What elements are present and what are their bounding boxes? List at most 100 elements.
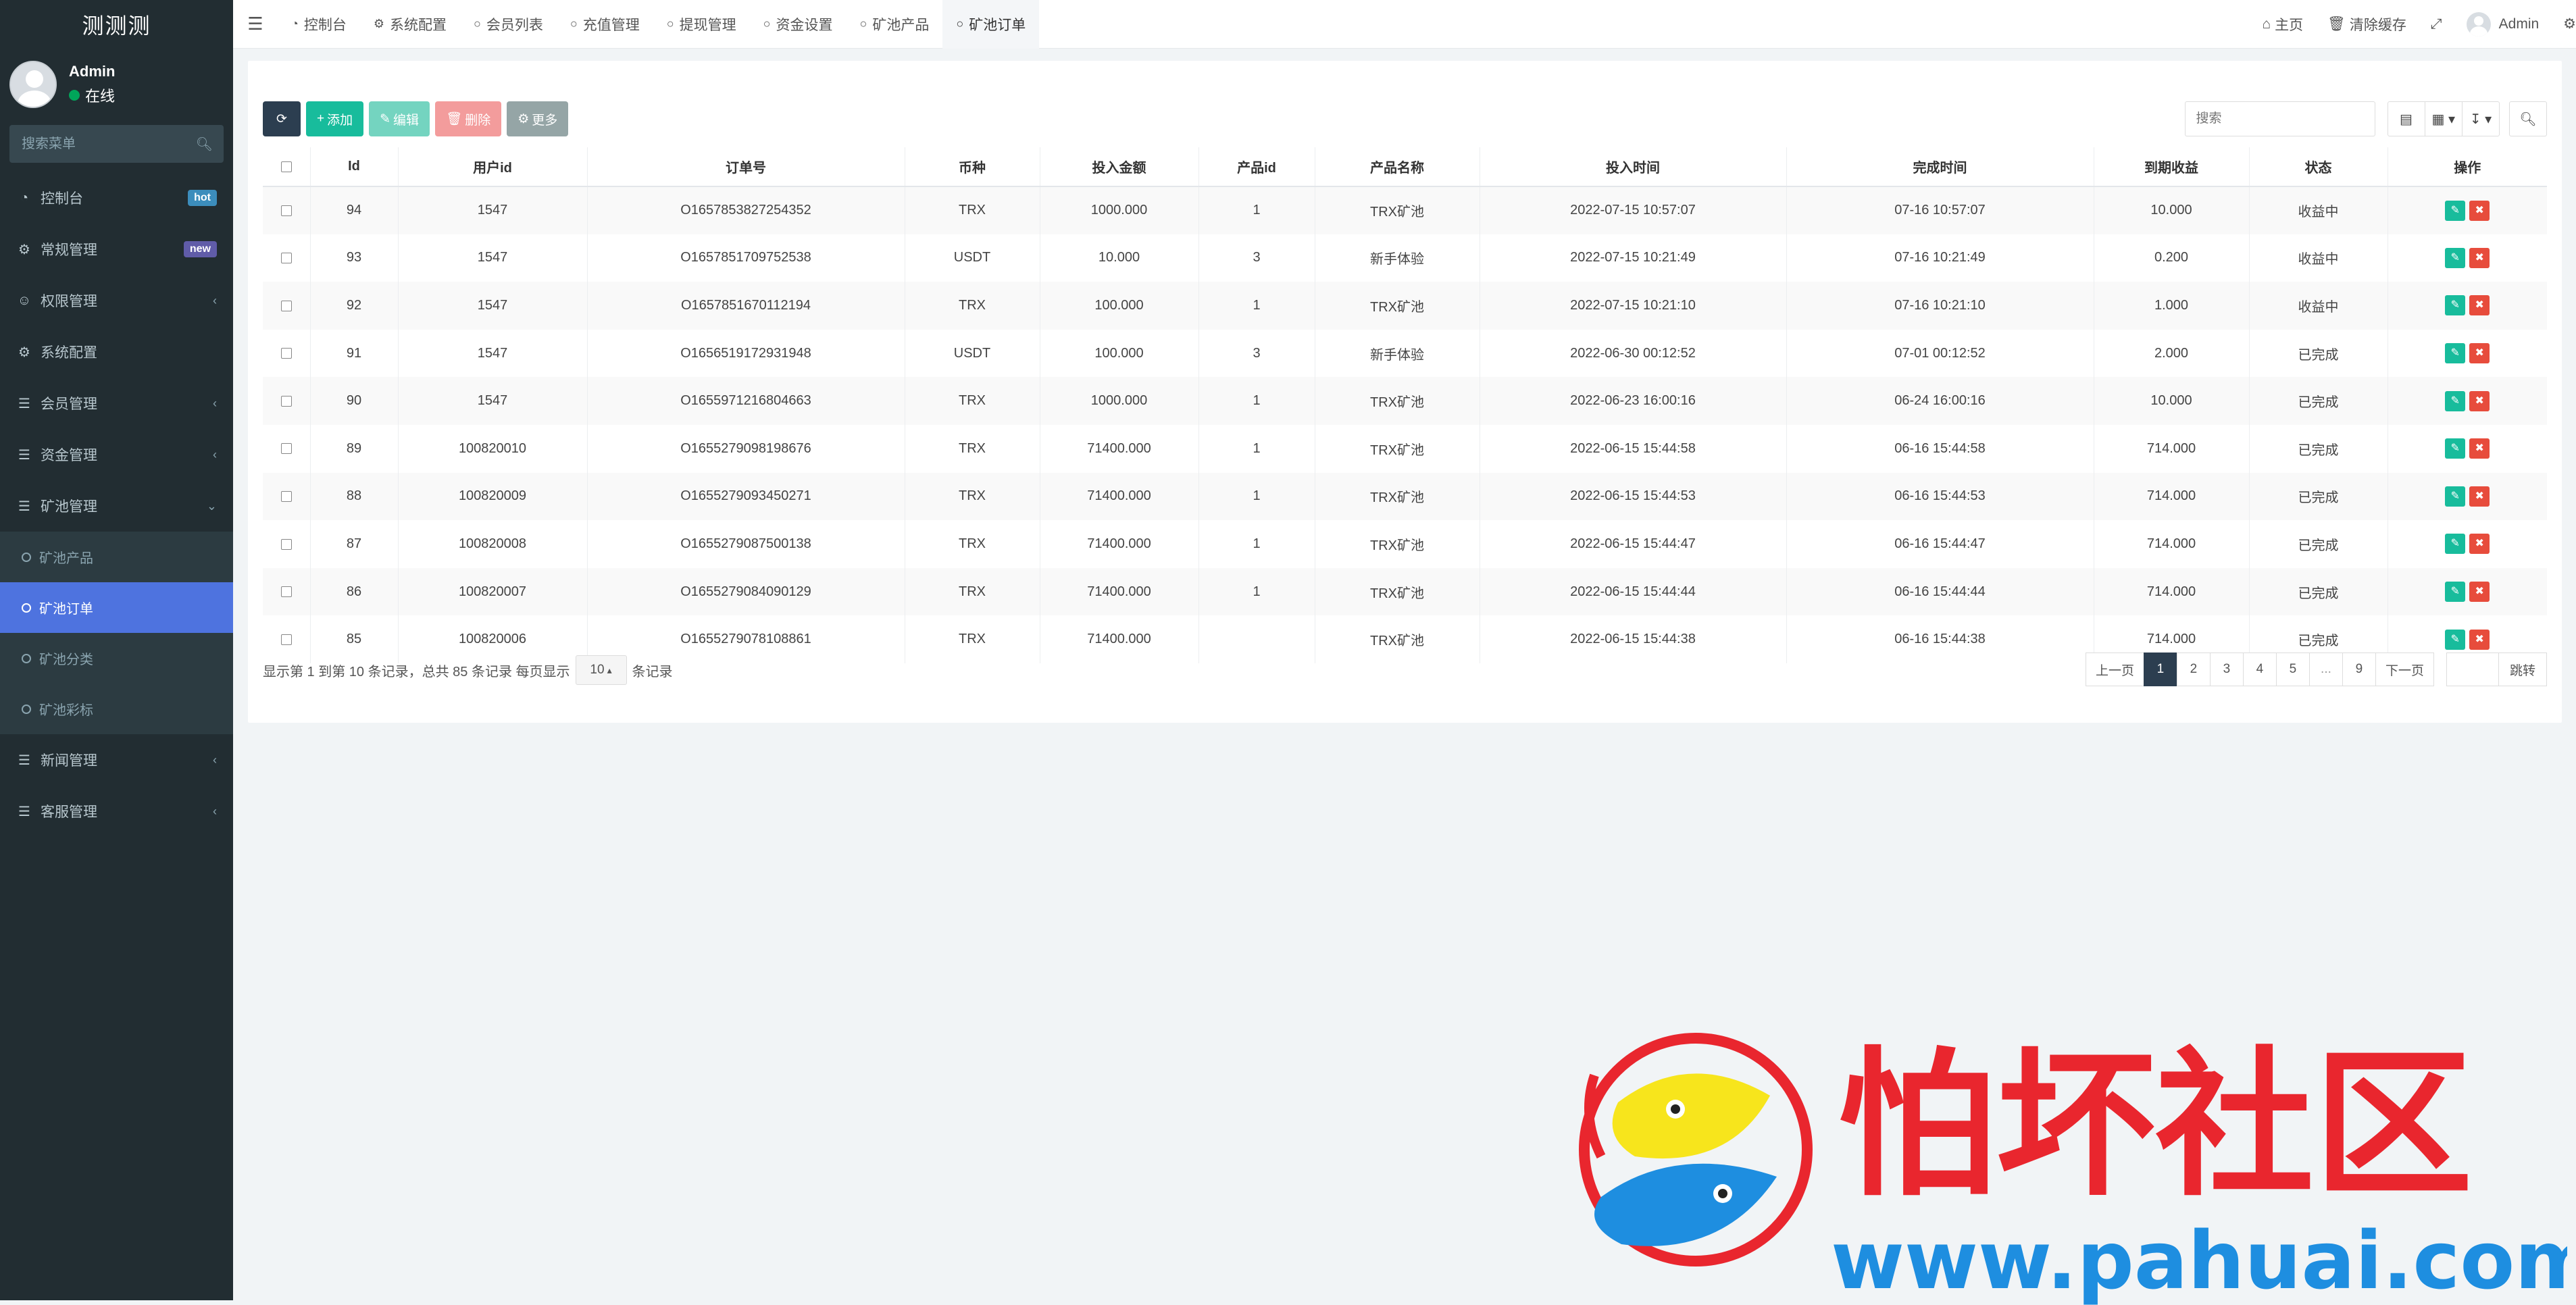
column-header[interactable]: 操作 xyxy=(2387,147,2547,187)
sidebar-item-sidebar-items-6[interactable]: ☰ 矿池管理 ⌄ xyxy=(0,480,233,532)
nav-tab[interactable]: ○ 提现管理 xyxy=(653,0,750,49)
row-edit-button[interactable]: ✎ xyxy=(2445,295,2466,316)
row-delete-button[interactable]: ✖ xyxy=(2469,534,2490,555)
toggle-view-icon[interactable]: ▤ xyxy=(2387,101,2425,136)
row-checkbox[interactable] xyxy=(280,586,292,598)
table-cell: 71400.000 xyxy=(1039,472,1198,521)
row-checkbox[interactable] xyxy=(280,538,292,550)
column-header[interactable]: 产品id xyxy=(1198,147,1315,187)
nav-tab[interactable]: ○ 会员列表 xyxy=(460,0,557,49)
row-edit-button[interactable]: ✎ xyxy=(2445,390,2466,411)
table-cell: 07-16 10:21:49 xyxy=(1786,234,2094,282)
row-delete-button[interactable]: ✖ xyxy=(2469,390,2490,411)
column-header[interactable]: 产品名称 xyxy=(1314,147,1480,187)
submenu-item[interactable]: 矿池订单 xyxy=(0,582,233,633)
page-button[interactable]: 4 xyxy=(2242,652,2277,686)
row-delete-button[interactable]: ✖ xyxy=(2469,343,2490,364)
nav-tab[interactable]: ○ 资金设置 xyxy=(750,0,847,49)
table-cell: TRX xyxy=(904,424,1040,473)
nav-tab[interactable]: ○ 矿池订单 xyxy=(942,0,1040,49)
sidebar-item-sidebar-items_after-0[interactable]: ☰ 新闻管理 ‹ xyxy=(0,734,233,786)
row-edit-button[interactable]: ✎ xyxy=(2445,486,2466,507)
clear-cache-link[interactable]: 🗑︎ 清除缓存 xyxy=(2315,14,2419,34)
more-button[interactable]: ⚙ 更多 xyxy=(507,101,569,136)
gear-icon[interactable]: ⚙ xyxy=(2551,16,2576,32)
edit-button[interactable]: ✎ 编辑 xyxy=(369,101,430,136)
sidebar-item-sidebar-items-4[interactable]: ☰ 会员管理 ‹ xyxy=(0,378,233,429)
export-icon[interactable]: ↧ ▾ xyxy=(2462,101,2500,136)
row-delete-button[interactable]: ✖ xyxy=(2469,247,2490,268)
row-delete-button[interactable]: ✖ xyxy=(2469,200,2490,221)
sidebar-search-input[interactable] xyxy=(20,135,182,153)
row-checkbox[interactable] xyxy=(280,634,292,645)
sidebar-item-sidebar-items_after-1[interactable]: ☰ 客服管理 ‹ xyxy=(0,786,233,837)
column-header[interactable]: 到期收益 xyxy=(2093,147,2249,187)
home-link[interactable]: ⌂ 主页 xyxy=(2250,14,2315,34)
add-button[interactable]: + 添加 xyxy=(306,101,364,136)
search-button[interactable]: 🔍︎ xyxy=(2509,101,2547,136)
nav-tab[interactable]: ◔ 控制台 xyxy=(278,0,360,49)
page-size-select[interactable]: 10 ▴ xyxy=(575,655,627,685)
row-checkbox[interactable] xyxy=(280,491,292,503)
row-checkbox[interactable] xyxy=(280,443,292,455)
row-delete-button[interactable]: ✖ xyxy=(2469,629,2490,650)
user-status-label: 在线 xyxy=(85,87,116,105)
row-edit-button[interactable]: ✎ xyxy=(2445,343,2466,364)
row-edit-button[interactable]: ✎ xyxy=(2445,582,2466,603)
nav-tab[interactable]: ○ 充值管理 xyxy=(557,0,653,49)
sidebar-item-sidebar-items-0[interactable]: ◔ 控制台 hot xyxy=(0,172,233,224)
column-header[interactable]: 投入时间 xyxy=(1479,147,1786,187)
row-delete-button[interactable]: ✖ xyxy=(2469,438,2490,459)
app-logo[interactable]: 测测测 xyxy=(0,0,233,49)
row-edit-button[interactable]: ✎ xyxy=(2445,438,2466,459)
row-checkbox[interactable] xyxy=(280,205,292,217)
row-delete-button[interactable]: ✖ xyxy=(2469,295,2490,316)
row-checkbox[interactable] xyxy=(280,395,292,407)
column-header[interactable]: 用户id xyxy=(397,147,587,187)
sidebar-item-sidebar-items-2[interactable]: ☺ 权限管理 ‹ xyxy=(0,275,233,326)
row-checkbox[interactable] xyxy=(280,348,292,359)
page-button[interactable]: 1 xyxy=(2143,652,2177,686)
table-cell: TRX xyxy=(904,472,1040,521)
column-header[interactable]: 完成时间 xyxy=(1786,147,2094,187)
search-icon[interactable]: 🔍︎ xyxy=(196,136,213,153)
submenu-item[interactable]: 矿池产品 xyxy=(0,532,233,582)
column-header[interactable]: 币种 xyxy=(904,147,1040,187)
table-cell: 已完成 xyxy=(2248,520,2388,568)
jump-page-input[interactable] xyxy=(2446,652,2499,686)
column-header[interactable]: 状态 xyxy=(2248,147,2388,187)
submenu-item[interactable]: 矿池彩标 xyxy=(0,684,233,734)
row-checkbox[interactable] xyxy=(280,253,292,264)
table-search-input[interactable] xyxy=(2184,101,2375,136)
page-button[interactable]: 3 xyxy=(2209,652,2244,686)
nav-tab[interactable]: ⚙ 系统配置 xyxy=(360,0,460,49)
row-edit-button[interactable]: ✎ xyxy=(2445,247,2466,268)
row-edit-button[interactable]: ✎ xyxy=(2445,200,2466,221)
page-button[interactable]: 上一页 xyxy=(2085,652,2144,686)
jump-button[interactable]: 跳转 xyxy=(2498,652,2547,686)
page-button[interactable]: 下一页 xyxy=(2375,652,2434,686)
admin-menu[interactable]: Admin xyxy=(2454,11,2552,36)
page-button[interactable]: 9 xyxy=(2342,652,2376,686)
hamburger-icon[interactable]: ☰ xyxy=(233,14,278,34)
page-button[interactable]: 5 xyxy=(2275,652,2310,686)
refresh-button[interactable]: ⟳ xyxy=(263,101,301,136)
delete-button[interactable]: 🗑︎ 删除 xyxy=(435,101,502,136)
page-button[interactable]: 2 xyxy=(2176,652,2211,686)
select-all-checkbox[interactable] xyxy=(280,161,292,172)
submenu-item[interactable]: 矿池分类 xyxy=(0,633,233,684)
nav-tab[interactable]: ○ 矿池产品 xyxy=(847,0,943,49)
sidebar-item-sidebar-items-1[interactable]: ⚙ 常规管理 new xyxy=(0,224,233,275)
row-edit-button[interactable]: ✎ xyxy=(2445,629,2466,650)
column-header[interactable]: 投入金额 xyxy=(1039,147,1198,187)
sidebar-item-sidebar-items-5[interactable]: ☰ 资金管理 ‹ xyxy=(0,429,233,480)
sidebar-item-sidebar-items-3[interactable]: ⚙ 系统配置 xyxy=(0,326,233,378)
row-checkbox[interactable] xyxy=(280,300,292,311)
column-header[interactable]: Id xyxy=(309,147,398,187)
column-header[interactable]: 订单号 xyxy=(586,147,905,187)
row-edit-button[interactable]: ✎ xyxy=(2445,534,2466,555)
row-delete-button[interactable]: ✖ xyxy=(2469,486,2490,507)
columns-icon[interactable]: ▦ ▾ xyxy=(2424,101,2463,136)
fullscreen-icon[interactable]: ⤢ xyxy=(2419,16,2454,32)
row-delete-button[interactable]: ✖ xyxy=(2469,582,2490,603)
